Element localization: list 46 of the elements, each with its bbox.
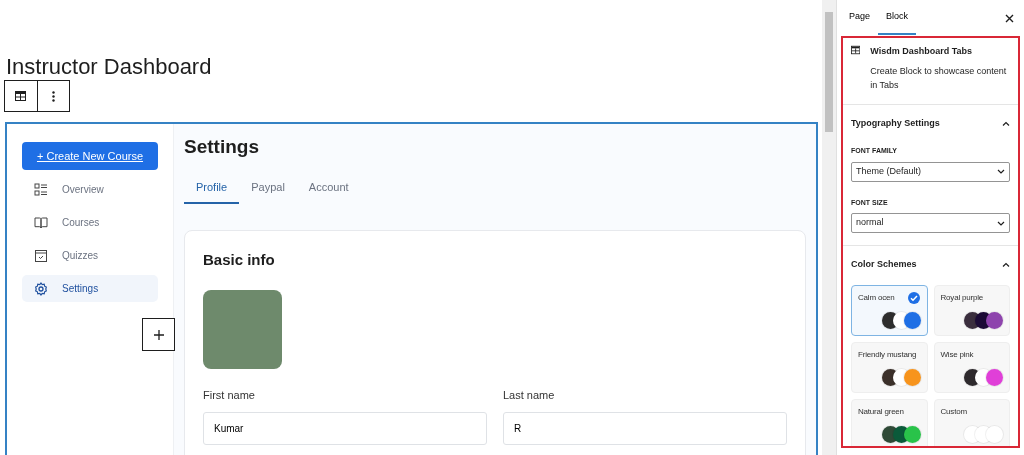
color-scheme-option[interactable]: Natural green [851, 398, 928, 446]
profile-tab[interactable]: Paypal [239, 172, 297, 205]
panel-header[interactable]: Color Schemes [851, 258, 1010, 272]
scrollbar-thumb[interactable] [825, 12, 833, 132]
profile-tab[interactable]: Profile [184, 172, 240, 205]
nav-item[interactable]: Courses [22, 209, 158, 236]
create-course-button[interactable]: + Create New Course [22, 142, 158, 170]
color-scheme-option[interactable]: Wise pink [933, 341, 1010, 393]
add-block-button[interactable] [142, 318, 175, 351]
nav-item[interactable]: Settings [22, 275, 158, 302]
color-scheme-option[interactable]: Custom [933, 398, 1010, 446]
sidebar-tab[interactable]: Page [841, 0, 879, 35]
text-field[interactable]: Kumar [203, 412, 487, 446]
select-field[interactable]: normal [851, 213, 1010, 233]
list-icon [34, 182, 48, 197]
profile-tab[interactable]: Account [296, 172, 361, 205]
scrollbar[interactable] [822, 0, 836, 455]
text-field[interactable]: R [503, 412, 787, 446]
sidebar-tab[interactable]: Block [878, 0, 917, 35]
color-scheme-option[interactable]: Friendly mustang [851, 341, 928, 393]
plus-icon [153, 330, 164, 341]
check-icon [907, 291, 920, 304]
nav-item[interactable]: Overview [22, 176, 158, 203]
nav-item[interactable]: Quizzes [22, 242, 158, 269]
color-scheme-option[interactable]: Royal purple [933, 284, 1010, 336]
field-label: First name [203, 387, 256, 403]
collapse-icon [1002, 262, 1010, 268]
block-description: Create Block to showcase content in Tabs [870, 64, 1008, 92]
table-icon [851, 45, 861, 55]
checklist-icon [34, 248, 48, 263]
gear-icon [34, 281, 48, 296]
vertical-dots-icon [51, 90, 55, 102]
section-heading: Settings [184, 136, 260, 159]
collapse-icon [1002, 120, 1010, 126]
book-icon [34, 215, 48, 230]
card-title: Basic info [203, 250, 276, 271]
close-icon [1005, 13, 1014, 23]
panel-header[interactable]: Typography Settings [851, 116, 1010, 130]
field-label: Last name [503, 387, 556, 403]
block-name: Wisdm Dashboard Tabs [870, 45, 973, 58]
select-field[interactable]: Theme (Default) [851, 161, 1010, 182]
page-title: Instructor Dashboard [6, 54, 213, 80]
table-icon [15, 91, 27, 101]
dropdown-icon [997, 220, 1005, 226]
dropdown-icon [997, 169, 1005, 174]
color-scheme-option[interactable]: Calm ocen [851, 284, 928, 336]
